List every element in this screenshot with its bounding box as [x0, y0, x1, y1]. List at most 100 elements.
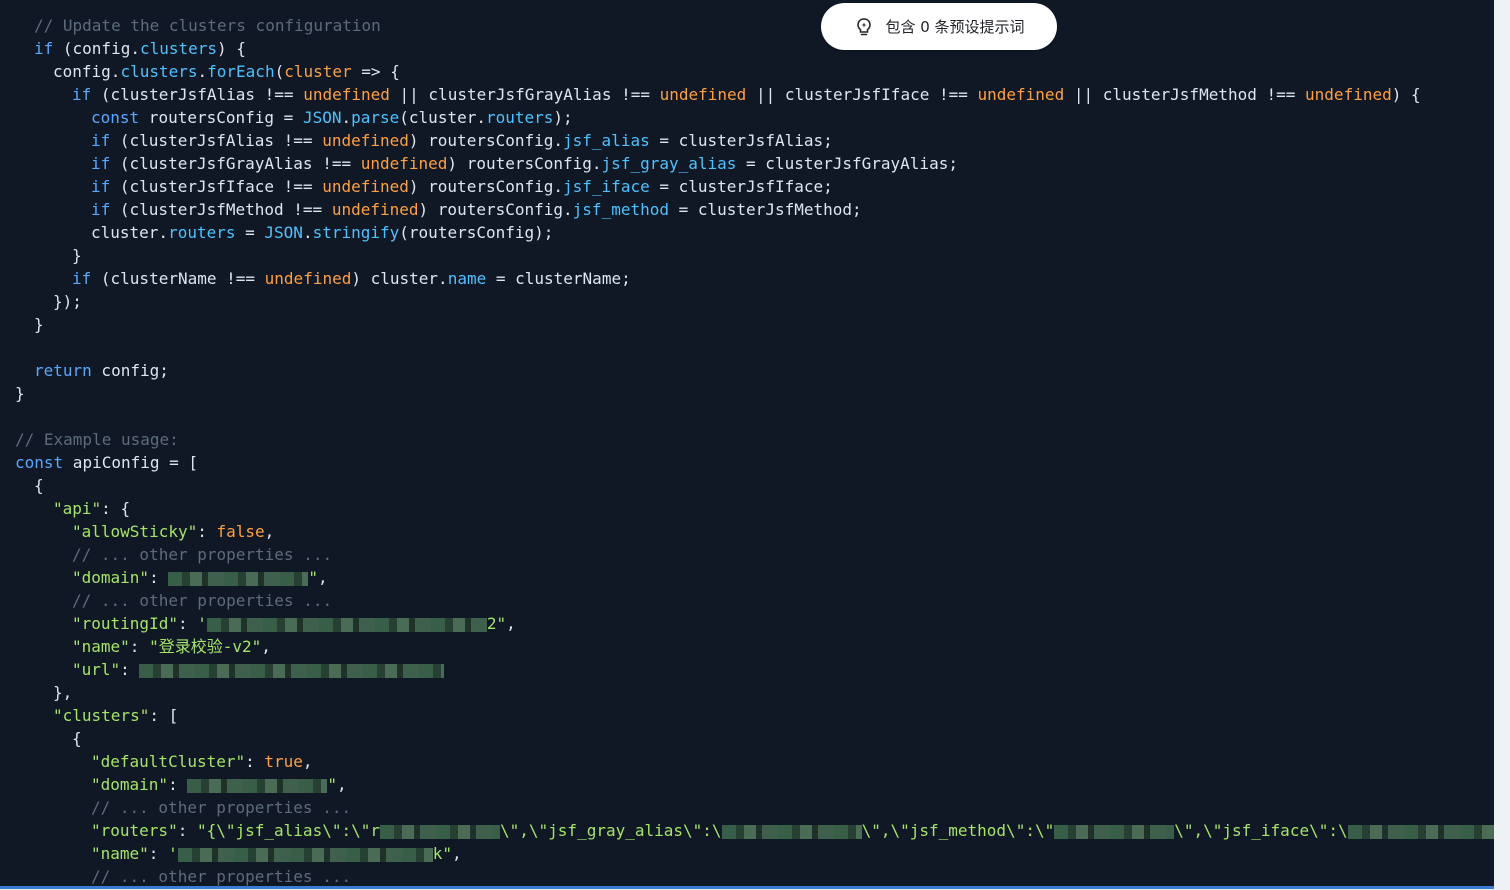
code-line: } — [15, 244, 1494, 267]
code-token: = clusterJsfMethod; — [668, 200, 862, 219]
redacted-mosaic — [139, 663, 445, 678]
code-token: "defaultCluster" — [91, 752, 246, 771]
code-token: }, — [53, 683, 73, 702]
code-token: , — [261, 637, 271, 656]
code-line: // ... other properties ... — [15, 865, 1494, 886]
code-token: undefined — [264, 269, 352, 288]
code-token: (clusterJsfMethod !== — [110, 200, 332, 219]
code-token: jsf_alias — [563, 131, 650, 150]
code-token: = clusterJsfAlias; — [649, 131, 833, 150]
code-token: ( — [274, 62, 285, 81]
code-line: // ... other properties ... — [15, 543, 1494, 566]
code-token: = clusterJsfGrayAlias; — [736, 154, 958, 173]
code-line: "url": — [15, 658, 1494, 681]
preset-prompt-chip-label: 包含 0 条预设提示词 — [885, 18, 1025, 36]
code-token: parse — [351, 108, 400, 127]
code-line: if (clusterJsfIface !== undefined) route… — [15, 175, 1494, 198]
code-token: . — [302, 223, 313, 242]
code-token: jsf_iface — [563, 177, 650, 196]
code-token: (config. — [53, 39, 140, 58]
code-token: || clusterJsfGrayAlias !== — [389, 85, 660, 104]
code-token: ) cluster. — [351, 269, 448, 288]
code-token: || clusterJsfMethod !== — [1064, 85, 1306, 104]
code-token: = — [235, 223, 265, 242]
code-token: jsf_gray_alias — [601, 154, 737, 173]
code-token: (cluster. — [399, 108, 486, 127]
redacted-mosaic — [187, 778, 328, 793]
code-token: "api" — [53, 499, 102, 518]
code-token: jsf_method — [572, 200, 669, 219]
code-token: // ... other properties ... — [91, 867, 352, 886]
code-token: config; — [91, 361, 169, 380]
window-edge — [1494, 0, 1510, 890]
code-token: undefined — [303, 85, 390, 104]
code-token: true — [264, 752, 303, 771]
code-token: (clusterJsfGrayAlias !== — [110, 154, 361, 173]
code-token: 2" — [486, 614, 507, 633]
code-token: // ... other properties ... — [72, 545, 333, 564]
code-token: false — [216, 522, 265, 541]
redacted-mosaic — [380, 824, 500, 839]
code-token: (routersConfig); — [399, 223, 554, 242]
code-token: if — [34, 39, 54, 58]
code-token: ) { — [1391, 85, 1421, 104]
code-line: return config; — [15, 359, 1494, 382]
code-token: (clusterJsfAlias !== — [110, 131, 323, 150]
code-token: } — [72, 246, 82, 265]
code-token: } — [15, 384, 25, 403]
preset-prompt-chip[interactable]: 包含 0 条预设提示词 — [821, 3, 1057, 50]
code-line: if (clusterName !== undefined) cluster.n… — [15, 267, 1494, 290]
code-token: "name" — [91, 844, 149, 863]
code-token: : — [120, 660, 140, 679]
code-token: clusters — [139, 39, 218, 58]
code-token: "clusters" — [53, 706, 150, 725]
code-line: "allowSticky": false, — [15, 520, 1494, 543]
redacted-mosaic — [177, 847, 433, 862]
code-token: if — [91, 177, 111, 196]
code-line: if (clusterJsfGrayAlias !== undefined) r… — [15, 152, 1494, 175]
code-token: " — [327, 775, 337, 794]
code-token: clusters — [120, 62, 198, 81]
code-token: "domain" — [91, 775, 169, 794]
code-token: ' — [168, 844, 178, 863]
redacted-mosaic — [721, 824, 862, 839]
code-token: stringify — [312, 223, 400, 242]
code-token: undefined — [331, 200, 419, 219]
code-token: if — [72, 85, 92, 104]
code-token: \",\"jsf_method\":\" — [861, 821, 1055, 840]
code-token: : — [197, 522, 217, 541]
code-line: "routingId": ' 2", — [15, 612, 1494, 635]
code-line: "name": ' k", — [15, 842, 1494, 865]
code-line: { — [15, 474, 1494, 497]
code-token: : { — [101, 499, 131, 518]
code-token: if — [91, 154, 111, 173]
code-line: }); — [15, 290, 1494, 313]
code-token: undefined — [1305, 85, 1392, 104]
code-token: "domain" — [72, 568, 150, 587]
code-token: ) routersConfig. — [408, 177, 564, 196]
code-line: cluster.routers = JSON.stringify(routers… — [15, 221, 1494, 244]
code-token: undefined — [659, 85, 747, 104]
code-editor[interactable]: // Update the clusters configuration if (… — [0, 0, 1494, 889]
code-token: JSON — [264, 223, 303, 242]
code-token: \",\"jsf_iface\":\ — [1174, 821, 1348, 840]
code-token: JSON — [302, 108, 342, 127]
code-token: return — [34, 361, 92, 380]
code-line: config.clusters.forEach(cluster => { — [15, 60, 1494, 83]
code-token: , — [451, 844, 462, 863]
code-token: , — [302, 752, 313, 771]
code-line: // Example usage: — [15, 428, 1494, 451]
code-token: { — [34, 476, 44, 495]
code-token: ); — [553, 108, 573, 127]
code-token: = clusterJsfIface; — [649, 177, 833, 196]
code-token: ) routersConfig. — [408, 131, 564, 150]
code-token: if — [91, 131, 111, 150]
code-line: "clusters": [ — [15, 704, 1494, 727]
code-token: (clusterJsfAlias !== — [91, 85, 304, 104]
code-token: if — [72, 269, 92, 288]
code-token: : — [148, 844, 169, 863]
code-token: ) routersConfig. — [447, 154, 602, 173]
code-token: apiConfig = [ — [63, 453, 199, 472]
code-token: cluster. — [91, 223, 169, 242]
